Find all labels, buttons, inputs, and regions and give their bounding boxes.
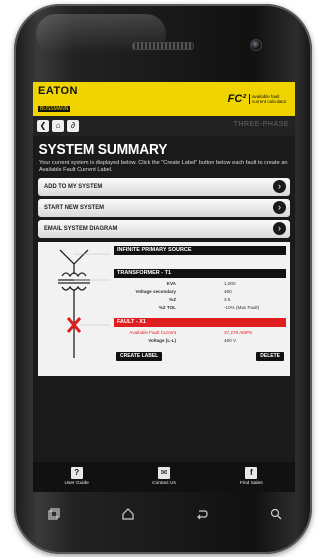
start-new-system-button[interactable]: START NEW SYSTEM › — [38, 199, 290, 217]
row-key: Available Fault Current — [129, 330, 176, 335]
front-camera — [250, 39, 262, 51]
transformer-row: KVA 1,000 — [114, 280, 286, 287]
source-symbol — [59, 249, 89, 274]
transformer-row: %Z TOL -10% (Max Fault) — [114, 304, 286, 311]
primary-winding — [61, 272, 87, 278]
share-button[interactable]: ∂ — [67, 120, 79, 132]
row-key: Voltage (L-L) — [148, 338, 176, 343]
phase-mode-label: THREE-PHASE — [233, 121, 289, 128]
secondary-winding — [61, 285, 87, 291]
android-soft-keys — [40, 505, 290, 523]
bottom-tab-bar: ? User Guide ✉ Contact Us f Find Sales — [33, 462, 295, 492]
button-label: START NEW SYSTEM — [44, 204, 105, 211]
app-short-name: FC² — [227, 93, 246, 105]
app-header: EATON BUSSMANN SERIES FC² available faul… — [33, 82, 295, 120]
row-value: 37,276 AMPS — [224, 330, 253, 335]
email-diagram-button[interactable]: EMAIL SYSTEM DIAGRAM › — [38, 220, 290, 238]
search-key[interactable] — [262, 505, 290, 523]
row-value: 480 — [224, 289, 232, 294]
brand-sub: BUSSMANN — [38, 106, 71, 112]
tab-label: Contact Us — [152, 481, 176, 486]
back-icon — [197, 510, 208, 520]
transformer-row: Voltage secondary 480 — [114, 288, 286, 295]
chevron-right-icon: › — [273, 180, 286, 193]
app-tagline: available fault current calculator — [249, 94, 290, 104]
add-to-system-button[interactable]: ADD TO MY SYSTEM › — [38, 178, 290, 196]
button-label: ADD TO MY SYSTEM — [44, 183, 103, 190]
link-icon: ∂ — [71, 121, 75, 130]
home-button[interactable]: ⌂ — [52, 120, 64, 132]
tab-user-guide[interactable]: ? User Guide — [47, 462, 107, 492]
help-icon: ? — [70, 467, 83, 479]
home-icon: ⌂ — [55, 121, 61, 130]
one-line-schematic — [58, 249, 110, 358]
fault-row: Voltage (L-L) 480 V — [114, 337, 286, 344]
tab-label: Find Sales — [239, 481, 263, 486]
recent-apps-key[interactable] — [40, 505, 68, 523]
app-screen: EATON BUSSMANN SERIES FC² available faul… — [33, 82, 295, 492]
button-label: EMAIL SYSTEM DIAGRAM — [44, 225, 118, 232]
mail-icon: ✉ — [157, 467, 170, 479]
row-key: KVA — [166, 281, 176, 286]
home-icon — [122, 508, 134, 520]
row-key: %Z TOL — [158, 305, 176, 310]
row-key: %Z — [169, 297, 176, 302]
row-value: 480 V — [224, 338, 237, 343]
row-value: 3.5 — [224, 297, 231, 302]
fault-row: Available Fault Current 37,276 AMPS — [114, 329, 286, 336]
page-description: Your current system is displayed below. … — [39, 160, 288, 173]
facebook-icon: f — [245, 467, 258, 479]
row-key: Voltage secondary — [135, 289, 176, 294]
create-label-button[interactable]: CREATE LABEL — [116, 352, 163, 361]
delete-button[interactable]: DELETE — [256, 352, 284, 361]
chevron-right-icon: › — [273, 222, 286, 235]
eaton-logo: EATON BUSSMANN SERIES — [38, 85, 78, 120]
tab-label: User Guide — [64, 481, 89, 486]
search-icon — [270, 508, 282, 520]
chevron-right-icon: › — [273, 201, 286, 214]
recent-apps-icon — [48, 508, 60, 520]
tab-contact-us[interactable]: ✉ Contact Us — [134, 462, 194, 492]
app-logo: FC² available fault current calculator — [228, 93, 290, 105]
row-value: 1,000 — [224, 281, 236, 286]
earpiece-speaker — [132, 42, 194, 50]
transformer-bar: TRANSFORMER - T1 — [114, 269, 286, 278]
system-diagram: INFINITE PRIMARY SOURCE TRANSFORMER - T1… — [38, 242, 290, 376]
nav-bar: ❮ ⌂ ∂ THREE-PHASE — [33, 116, 295, 136]
back-button[interactable]: ❮ — [37, 120, 49, 132]
source-bar: INFINITE PRIMARY SOURCE — [114, 246, 286, 255]
page-title: SYSTEM SUMMARY — [38, 141, 168, 158]
row-value: -10% (Max Fault) — [224, 305, 260, 310]
tab-find-sales[interactable]: f Find Sales — [221, 462, 281, 492]
back-key[interactable] — [188, 505, 216, 523]
brand-name: EATON — [38, 85, 78, 97]
home-key[interactable] — [114, 505, 142, 523]
back-arrow-icon: ❮ — [39, 121, 47, 130]
transformer-row: %Z 3.5 — [114, 296, 286, 303]
fault-bar: FAULT - X1 — [114, 318, 286, 327]
